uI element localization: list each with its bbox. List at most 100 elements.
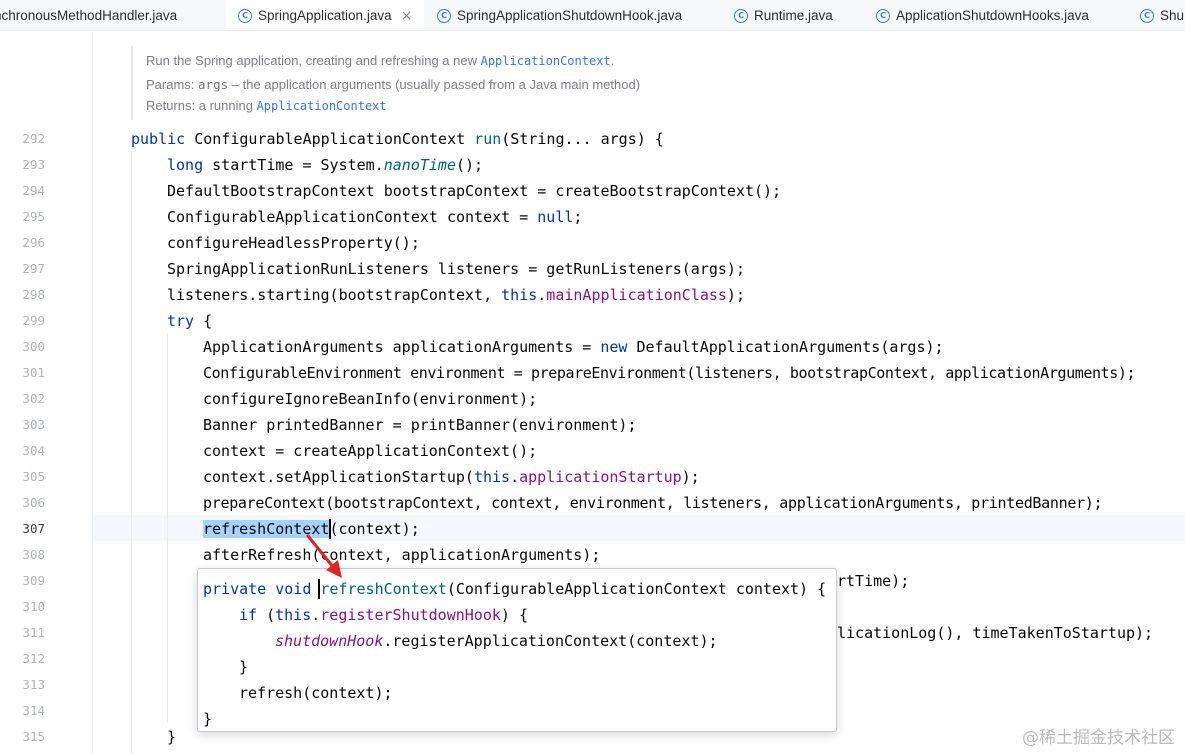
code-text: ) { bbox=[500, 606, 528, 624]
code-text: ); bbox=[726, 286, 745, 304]
doc-returns-desc: a running bbox=[195, 98, 257, 113]
method-name: refreshContext bbox=[320, 580, 447, 598]
code-line-298[interactable]: listeners.starting(bootstrapContext, thi… bbox=[167, 282, 745, 308]
code-text: ApplicationArguments applicationArgument… bbox=[203, 338, 601, 356]
line-number: 308 bbox=[22, 547, 45, 562]
code-line-302[interactable]: configureIgnoreBeanInfo(environment); bbox=[203, 386, 537, 412]
code-text: ( bbox=[257, 606, 276, 624]
tab-application-shutdown-hooks[interactable]: C ApplicationShutdownHooks.java bbox=[876, 0, 1116, 30]
line-number: 299 bbox=[22, 313, 45, 328]
code-line-299[interactable]: try { bbox=[167, 308, 212, 334]
tab-label: nchronousMethodHandler.java bbox=[0, 8, 178, 23]
class-icon: C bbox=[437, 8, 451, 23]
code-line-300[interactable]: ApplicationArguments applicationArgument… bbox=[203, 334, 944, 360]
tab-label: SpringApplicationShutdownHook.java bbox=[457, 8, 683, 23]
code-line-303[interactable]: Banner printedBanner = printBanner(envir… bbox=[203, 412, 636, 438]
doc-text: Run the Spring application, creating and… bbox=[146, 53, 481, 68]
popup-line-6[interactable]: } bbox=[203, 706, 212, 732]
doc-summary: Run the Spring application, creating and… bbox=[146, 51, 614, 71]
code-line-309-tail[interactable]: rtTime); bbox=[837, 568, 909, 594]
watermark: @稀土掘金技术社区 bbox=[1022, 728, 1175, 748]
code-text: ConfigurableApplicationContext bbox=[185, 130, 475, 148]
line-number: 314 bbox=[22, 703, 45, 718]
current-line-highlight bbox=[0, 515, 1185, 541]
tab-runtime[interactable]: C Runtime.java bbox=[734, 0, 859, 30]
line-number: 305 bbox=[22, 469, 45, 484]
line-number: 298 bbox=[22, 287, 45, 302]
method-name: run bbox=[474, 130, 502, 148]
indent-guide bbox=[131, 152, 132, 754]
tab-label: SpringApplication.java bbox=[258, 8, 392, 23]
gutter-separator bbox=[92, 32, 93, 754]
code-text: (); bbox=[456, 156, 484, 174]
line-number: 295 bbox=[22, 209, 45, 224]
code-text: . bbox=[311, 606, 321, 624]
line-number: 310 bbox=[22, 599, 45, 614]
popup-line-1[interactable]: private void refreshContext(Configurable… bbox=[203, 576, 826, 602]
popup-text-cursor bbox=[318, 579, 320, 599]
code-line-306[interactable]: prepareContext(bootstrapContext, context… bbox=[203, 490, 1103, 516]
line-number: 297 bbox=[22, 261, 45, 276]
keyword: this bbox=[473, 468, 511, 486]
code-line-293[interactable]: long startTime = System.nanoTime(); bbox=[167, 152, 483, 178]
popup-line-4[interactable]: } bbox=[239, 654, 248, 680]
doc-returns-label: Returns: bbox=[146, 98, 196, 113]
code-line-297[interactable]: SpringApplicationRunListeners listeners … bbox=[167, 256, 745, 282]
doc-param-name: args bbox=[198, 77, 229, 92]
code-line-311-tail[interactable]: licationLog(), timeTakenToStartup); bbox=[837, 620, 1153, 646]
doc-params: Params: args – the application arguments… bbox=[146, 75, 640, 95]
line-number: 306 bbox=[22, 495, 45, 510]
line-number: 301 bbox=[22, 365, 45, 380]
popup-line-3[interactable]: shutdownHook.registerApplicationContext(… bbox=[275, 628, 718, 654]
field-name: mainApplicationClass bbox=[546, 286, 727, 304]
code-text: . bbox=[537, 286, 547, 304]
field-name: shutdownHook bbox=[275, 632, 384, 650]
tab-label: Shu bbox=[1160, 8, 1185, 23]
code-text: context.setApplicationStartup( bbox=[203, 468, 474, 486]
tab-shutdown[interactable]: C Shu bbox=[1140, 0, 1185, 30]
popup-line-2[interactable]: if (this.registerShutdownHook) { bbox=[239, 602, 528, 628]
class-icon: C bbox=[876, 8, 890, 23]
line-number: 293 bbox=[22, 157, 45, 172]
class-icon: C bbox=[238, 8, 252, 23]
code-text: DefaultApplicationArguments(args); bbox=[627, 338, 944, 356]
code-line-304[interactable]: context = createApplicationContext(); bbox=[203, 438, 537, 464]
quick-definition-popup[interactable]: private void refreshContext(Configurable… bbox=[197, 568, 837, 732]
code-text: startTime = System. bbox=[203, 156, 384, 174]
doc-link[interactable]: ApplicationContext bbox=[257, 99, 387, 113]
code-line-305[interactable]: context.setApplicationStartup(this.appli… bbox=[203, 464, 700, 490]
tab-label: ApplicationShutdownHooks.java bbox=[896, 8, 1089, 23]
code-line-315[interactable]: } bbox=[167, 724, 176, 750]
close-icon[interactable]: × bbox=[401, 8, 413, 24]
tab-asynchronous-method-handler[interactable]: nchronousMethodHandler.java bbox=[0, 0, 214, 30]
code-text: (String... args) { bbox=[501, 130, 664, 148]
doc-params-label: Params: bbox=[146, 77, 195, 92]
keyword: private void bbox=[203, 580, 312, 598]
keyword: null bbox=[537, 208, 574, 226]
code-line-294[interactable]: DefaultBootstrapContext bootstrapContext… bbox=[167, 178, 781, 204]
keyword: long bbox=[167, 156, 204, 174]
code-line-295[interactable]: ConfigurableApplicationContext context =… bbox=[167, 204, 582, 230]
code-text: .registerApplicationContext(context); bbox=[383, 632, 718, 650]
popup-line-5[interactable]: refresh(context); bbox=[239, 680, 393, 706]
code-line-308[interactable]: afterRefresh(context, applicationArgumen… bbox=[203, 542, 600, 568]
line-number-current: 307 bbox=[22, 521, 45, 536]
code-text: ); bbox=[681, 468, 700, 486]
tab-spring-application-shutdown-hook[interactable]: C SpringApplicationShutdownHook.java bbox=[437, 0, 717, 30]
doc-link[interactable]: ApplicationContext bbox=[481, 54, 611, 68]
keyword: this bbox=[275, 606, 312, 624]
line-number: 311 bbox=[22, 625, 45, 640]
tab-spring-application[interactable]: C SpringApplication.java × bbox=[226, 0, 424, 30]
class-icon: C bbox=[1140, 8, 1154, 23]
class-icon: C bbox=[734, 8, 748, 23]
line-number: 303 bbox=[22, 417, 45, 432]
line-number: 300 bbox=[22, 339, 45, 354]
code-line-296[interactable]: configureHeadlessProperty(); bbox=[167, 230, 420, 256]
code-line-301[interactable]: ConfigurableEnvironment environment = pr… bbox=[203, 360, 1136, 386]
line-number: 302 bbox=[22, 391, 45, 406]
editor-tab-bar: nchronousMethodHandler.java C SpringAppl… bbox=[0, 0, 1185, 31]
code-line-292[interactable]: public ConfigurableApplicationContext ru… bbox=[131, 126, 664, 152]
line-number: 315 bbox=[22, 729, 45, 744]
field-name: registerShutdownHook bbox=[320, 606, 501, 624]
method-name: nanoTime bbox=[383, 156, 456, 174]
